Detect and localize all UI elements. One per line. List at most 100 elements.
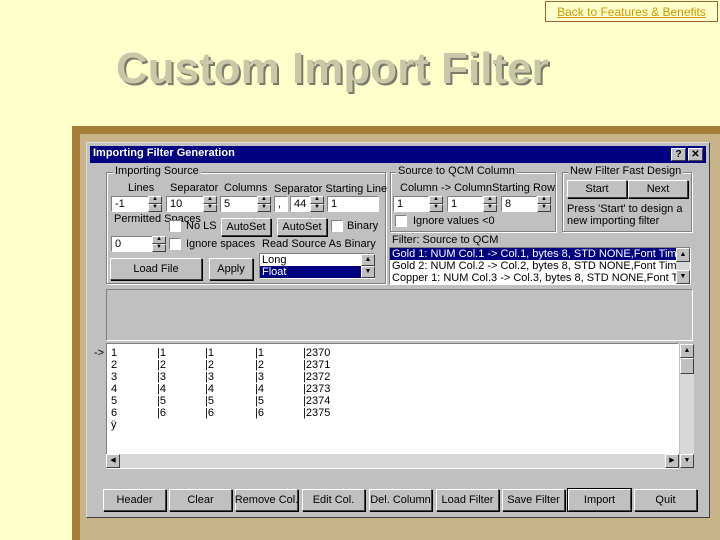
help-button[interactable]: ? — [671, 148, 686, 161]
read-source-binary-label: Read Source As Binary — [262, 238, 376, 250]
columns-label: Columns — [224, 182, 268, 194]
column-map-label: Column -> Column — [400, 182, 493, 194]
data-pane-hscrollbar[interactable]: ◀ ▶ — [106, 454, 679, 468]
edit-col-button[interactable]: Edit Col. — [302, 489, 365, 511]
separator-field[interactable]: 10 — [166, 196, 204, 212]
load-file-button[interactable]: Load File — [110, 258, 202, 280]
starting-row-label: Starting Row — [492, 182, 555, 194]
data-cell: |1 — [205, 347, 214, 359]
data-cell: ÿ — [111, 419, 117, 431]
data-cell: |5 — [255, 395, 264, 407]
data-cell: 1 — [111, 347, 118, 359]
importing-source-label: Importing Source — [113, 165, 201, 177]
lines-spinner[interactable]: ▲ ▼ — [148, 196, 162, 212]
scroll-up-icon[interactable]: ▲ — [680, 344, 694, 358]
lines-label: Lines — [128, 182, 155, 194]
column-from-spinner[interactable]: ▲ ▼ — [429, 196, 443, 212]
filter-list-item[interactable]: Gold 1: NUM Col.1 -> Col.1, bytes 8, STD… — [390, 248, 690, 260]
scroll-down-icon[interactable]: ▼ — [680, 454, 694, 468]
ignore-values-label: Ignore values <0 — [413, 215, 495, 227]
data-type-option[interactable]: Long — [260, 254, 374, 266]
data-pane[interactable]: 1 |1 |1 |1 |2370 2 |2 |2 |2 |2371 3 |3 |3 |3 |2372 4 |4 |… — [106, 343, 679, 469]
permitted-spaces-field[interactable]: 0 — [111, 236, 153, 252]
apply-button[interactable]: Apply — [209, 258, 253, 280]
save-filter-button[interactable]: Save Filter — [502, 489, 565, 511]
column-to-field[interactable]: 1 — [447, 196, 483, 212]
back-to-features-link[interactable]: Back to Features & Benefits — [545, 1, 718, 22]
data-cell: 3 — [111, 371, 118, 383]
close-button[interactable]: ✕ — [688, 148, 703, 161]
binary-label: Binary — [347, 220, 379, 232]
scroll-up-icon[interactable]: ▲ — [676, 248, 690, 262]
fast-design-label: New Filter Fast Design — [568, 165, 684, 177]
data-cell: |3 — [157, 371, 166, 383]
fast-design-hint: Press 'Start' to design a new importing … — [567, 203, 683, 227]
scroll-up-icon[interactable]: ▲ — [361, 254, 375, 266]
filter-list-scrollbar[interactable]: ▲ ▼ — [676, 248, 690, 284]
data-cell: |2373 — [303, 383, 331, 395]
column-from-field[interactable]: 1 — [393, 196, 429, 212]
data-cell: |6 — [157, 407, 166, 419]
data-cell: |3 — [205, 371, 214, 383]
data-type-option-selected[interactable]: Float — [260, 266, 374, 278]
lines-field[interactable]: -1 — [111, 196, 149, 212]
filter-list[interactable]: Gold 1: NUM Col.1 -> Col.1, bytes 8, STD… — [389, 247, 691, 285]
dialog-titlebar: Importing Filter Generation — [90, 146, 706, 163]
scroll-left-icon[interactable]: ◀ — [106, 454, 120, 468]
ignore-spaces-label: Ignore spaces — [186, 238, 256, 250]
data-cell: 6 — [111, 407, 118, 419]
data-cell: |2374 — [303, 395, 331, 407]
data-cell: |2 — [255, 359, 264, 371]
scroll-right-icon[interactable]: ▶ — [665, 454, 679, 468]
data-cell: |2370 — [303, 347, 331, 359]
data-cell: |3 — [255, 371, 264, 383]
clear-button[interactable]: Clear — [169, 489, 232, 511]
remove-col-button[interactable]: Remove Col. — [235, 489, 298, 511]
no-ls-checkbox[interactable] — [169, 220, 181, 232]
dialog-title: Importing Filter Generation — [93, 147, 235, 159]
no-ls-label: No LS — [186, 220, 217, 232]
data-type-scrollbar[interactable]: ▲ ▼ — [361, 254, 375, 278]
quit-button[interactable]: Quit — [634, 489, 697, 511]
ignore-spaces-checkbox[interactable] — [169, 238, 181, 250]
permitted-spaces-spinner[interactable]: ▲ ▼ — [152, 236, 166, 252]
separator-start-line-field[interactable]: 1 — [327, 196, 379, 212]
header-button[interactable]: Header — [103, 489, 166, 511]
source-to-qcm-label: Source to QCM Column — [396, 165, 517, 177]
scroll-down-icon[interactable]: ▼ — [361, 266, 375, 278]
start-button[interactable]: Start — [567, 180, 627, 198]
next-button[interactable]: Next — [628, 180, 688, 198]
slide-title: Custom Import Filter — [116, 44, 549, 93]
filter-list-item[interactable]: Gold 2: NUM Col.2 -> Col.2, bytes 8, STD… — [390, 260, 690, 272]
import-button[interactable]: Import — [567, 488, 632, 512]
columns-field[interactable]: 5 — [220, 196, 258, 212]
column-to-spinner[interactable]: ▲ ▼ — [483, 196, 497, 212]
separator-code-spinner[interactable]: ▲ ▼ — [310, 196, 324, 212]
separator-spinner[interactable]: ▲ ▼ — [203, 196, 217, 212]
data-cell: |2371 — [303, 359, 331, 371]
ignore-values-checkbox[interactable] — [395, 215, 407, 227]
scroll-down-icon[interactable]: ▼ — [676, 270, 690, 284]
data-cell: |6 — [205, 407, 214, 419]
filter-list-label: Filter: Source to QCM — [392, 234, 499, 246]
data-cell: |1 — [157, 347, 166, 359]
autoset-button-2[interactable]: AutoSet — [277, 218, 327, 236]
data-type-list[interactable]: Long Float — [259, 253, 375, 279]
vscroll-thumb[interactable] — [680, 358, 694, 374]
separator-code-field[interactable]: 44 — [290, 196, 310, 212]
data-cell: |2375 — [303, 407, 331, 419]
separator-label: Separator — [170, 182, 219, 194]
columns-spinner[interactable]: ▲ ▼ — [257, 196, 271, 212]
filter-list-item[interactable]: Copper 1: NUM Col.3 -> Col.3, bytes 8, S… — [390, 272, 690, 284]
data-pane-vscrollbar[interactable]: ▲ ▼ — [680, 344, 694, 468]
preview-area — [106, 289, 693, 341]
binary-checkbox[interactable] — [331, 220, 343, 232]
del-column-button[interactable]: Del. Column — [369, 489, 432, 511]
separator-char-field[interactable]: , — [274, 196, 288, 212]
starting-row-spinner[interactable]: ▲ ▼ — [537, 196, 551, 212]
autoset-button-1[interactable]: AutoSet — [221, 218, 271, 236]
starting-row-field[interactable]: 8 — [501, 196, 537, 212]
data-cell: 5 — [111, 395, 118, 407]
data-cell: |2372 — [303, 371, 331, 383]
load-filter-button[interactable]: Load Filter — [436, 489, 499, 511]
